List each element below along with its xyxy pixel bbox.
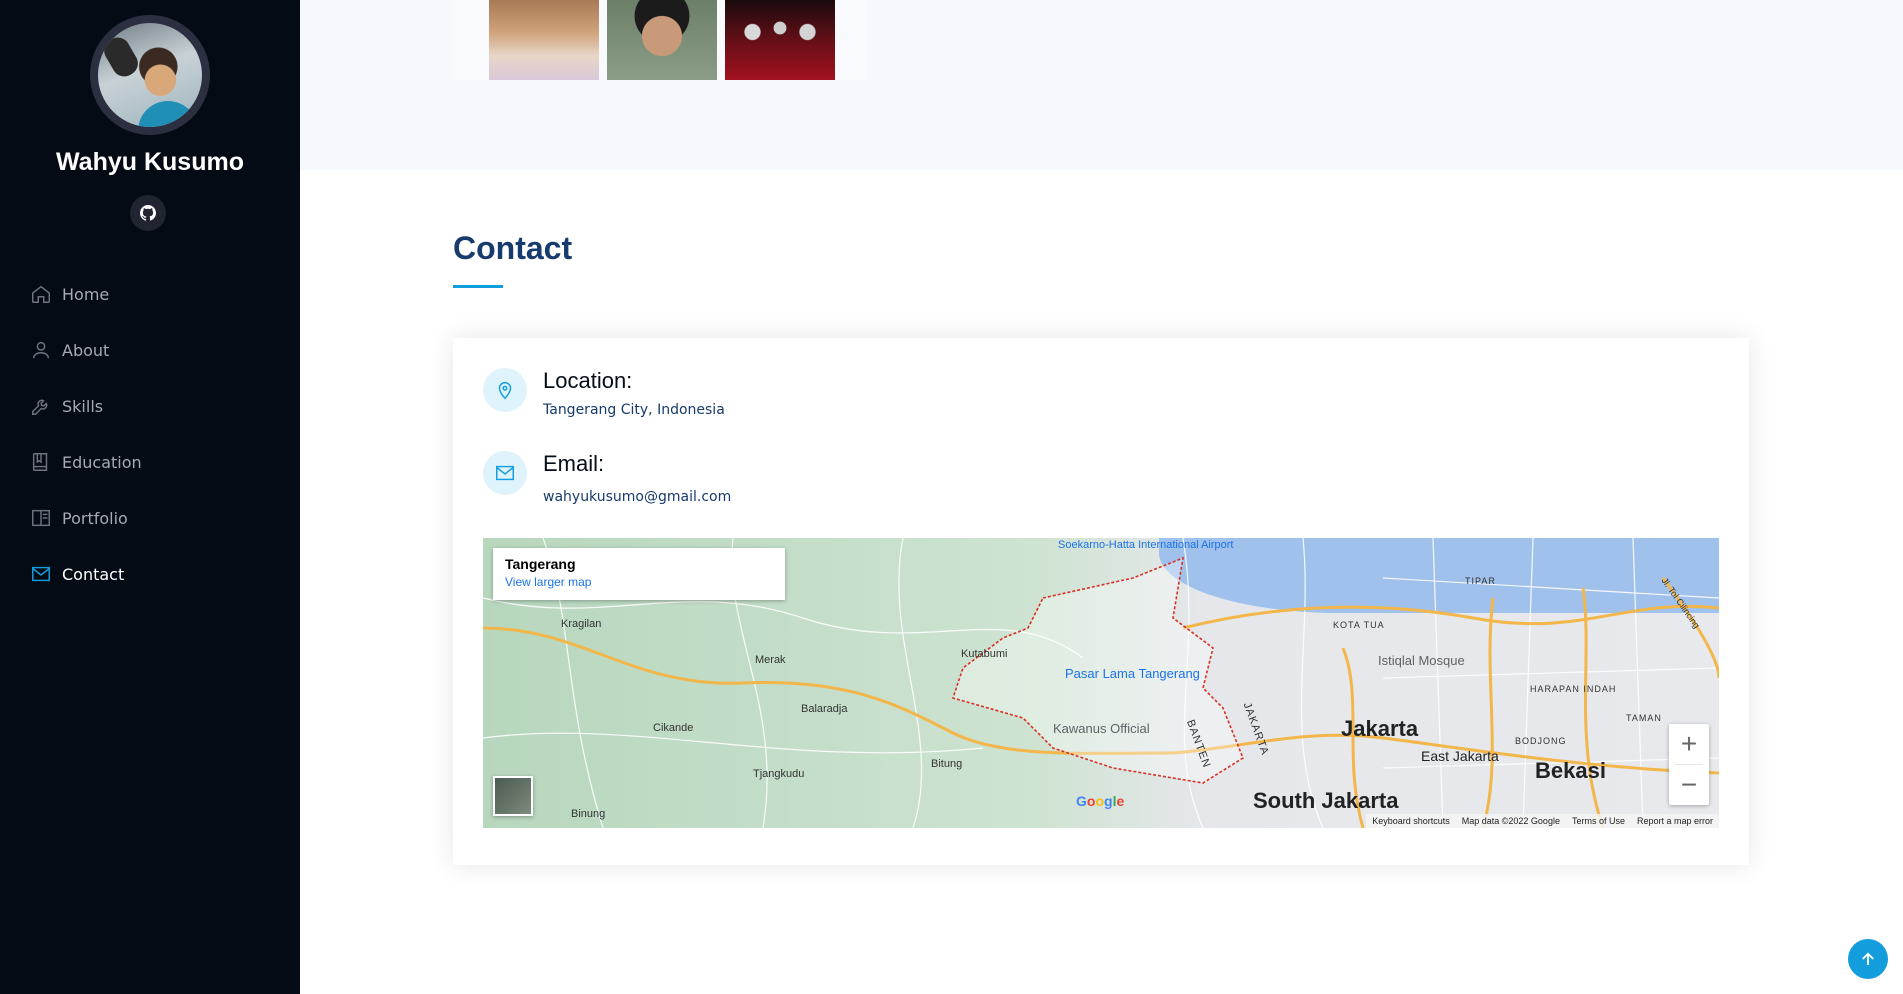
portfolio-item[interactable] bbox=[725, 0, 835, 80]
portfolio-section bbox=[300, 0, 1903, 170]
nav-label: Skills bbox=[62, 396, 104, 416]
map-data-attribution: Map data ©2022 Google bbox=[1461, 816, 1560, 826]
nav-item-home[interactable]: Home bbox=[30, 266, 142, 322]
arrow-up-icon bbox=[1862, 952, 1874, 965]
email-icon-badge bbox=[483, 451, 527, 495]
nav-label: Portfolio bbox=[62, 508, 128, 528]
location-icon-badge bbox=[483, 368, 527, 412]
map-poi-istiqlal[interactable]: Istiqlal Mosque bbox=[1378, 653, 1465, 668]
nav-item-about[interactable]: About bbox=[30, 322, 142, 378]
book-open-icon bbox=[32, 509, 50, 527]
map-poi-pasar-lama[interactable]: Pasar Lama Tangerang bbox=[1065, 666, 1200, 681]
google-map[interactable]: Soekarno-Hatta International Airport Kra… bbox=[483, 538, 1719, 828]
nav-label: Contact bbox=[62, 564, 125, 584]
contact-card: Location: Tangerang City, Indonesia Emai… bbox=[453, 338, 1749, 865]
map-label: Kragilan bbox=[561, 618, 602, 630]
map-place-title: Tangerang bbox=[505, 556, 576, 572]
map-label: TIPAR bbox=[1465, 576, 1496, 586]
github-link[interactable] bbox=[130, 195, 166, 231]
back-to-top-button[interactable] bbox=[1848, 939, 1888, 979]
map-footer: Keyboard shortcuts Map data ©2022 Google… bbox=[1366, 814, 1719, 828]
nav-item-skills[interactable]: Skills bbox=[30, 378, 142, 434]
portfolio-thumbnails bbox=[452, 0, 867, 80]
map-label: Kutabumi bbox=[961, 648, 1008, 660]
zoom-out-button[interactable]: − bbox=[1669, 765, 1709, 805]
map-pin-icon bbox=[498, 382, 512, 400]
map-label: Bitung bbox=[931, 758, 963, 770]
nav-item-contact[interactable]: Contact bbox=[30, 546, 142, 602]
portfolio-item[interactable] bbox=[607, 0, 717, 80]
nav-label: About bbox=[62, 340, 110, 360]
book-icon bbox=[32, 453, 48, 471]
portfolio-item[interactable] bbox=[489, 0, 599, 80]
nav-label: Education bbox=[62, 452, 142, 472]
wrench-icon bbox=[32, 399, 48, 415]
map-zoom-control: + − bbox=[1669, 724, 1709, 805]
map-label: Balaradja bbox=[801, 703, 848, 715]
section-title: Contact bbox=[453, 230, 573, 266]
view-larger-map-link[interactable]: View larger map bbox=[505, 575, 773, 589]
map-label: Tjangkudu bbox=[753, 768, 805, 780]
home-icon bbox=[32, 285, 50, 303]
google-logo: Google bbox=[1076, 793, 1125, 809]
user-icon bbox=[32, 341, 50, 359]
map-label: Merak bbox=[755, 654, 786, 666]
title-underline bbox=[453, 285, 503, 288]
envelope-icon bbox=[32, 566, 50, 582]
zoom-in-button[interactable]: + bbox=[1669, 724, 1709, 764]
keyboard-shortcuts-link[interactable]: Keyboard shortcuts bbox=[1372, 816, 1450, 826]
location-heading: Location: bbox=[543, 368, 633, 393]
map-label: HARAPAN INDAH bbox=[1530, 684, 1617, 694]
satellite-toggle-button[interactable] bbox=[493, 776, 533, 816]
map-label: Binung bbox=[571, 808, 606, 820]
map-label: KOTA TUA bbox=[1333, 620, 1385, 630]
email-heading: Email: bbox=[543, 451, 605, 476]
sidebar-nav: Home About Skills Education Portfolio Co… bbox=[30, 266, 142, 602]
nav-item-education[interactable]: Education bbox=[30, 434, 142, 490]
nav-item-portfolio[interactable]: Portfolio bbox=[30, 490, 142, 546]
map-label: Cikande bbox=[653, 722, 694, 734]
map-label-airport: Soekarno-Hatta International Airport bbox=[1058, 539, 1234, 551]
map-label: TAMAN bbox=[1626, 713, 1662, 723]
map-label-bekasi: Bekasi bbox=[1535, 758, 1606, 783]
github-icon bbox=[140, 205, 156, 221]
profile-avatar bbox=[90, 15, 210, 135]
sidebar: Wahyu Kusumo Home About Skills Education… bbox=[0, 0, 300, 994]
email-value[interactable]: wahyukusumo@gmail.com bbox=[543, 489, 731, 505]
map-label-south-jakarta: South Jakarta bbox=[1253, 788, 1399, 813]
map-label: BODJONG bbox=[1515, 736, 1567, 746]
location-value: Tangerang City, Indonesia bbox=[543, 402, 725, 418]
profile-name: Wahyu Kusumo bbox=[56, 148, 244, 176]
nav-label: Home bbox=[62, 284, 110, 304]
envelope-icon bbox=[496, 465, 514, 481]
map-info-box: Tangerang View larger map bbox=[493, 548, 785, 600]
terms-link[interactable]: Terms of Use bbox=[1572, 816, 1625, 826]
map-poi-kawanus[interactable]: Kawanus Official bbox=[1053, 721, 1150, 736]
report-error-link[interactable]: Report a map error bbox=[1637, 816, 1713, 826]
map-label: East Jakarta bbox=[1421, 748, 1499, 764]
map-label-jakarta: Jakarta bbox=[1341, 716, 1419, 741]
